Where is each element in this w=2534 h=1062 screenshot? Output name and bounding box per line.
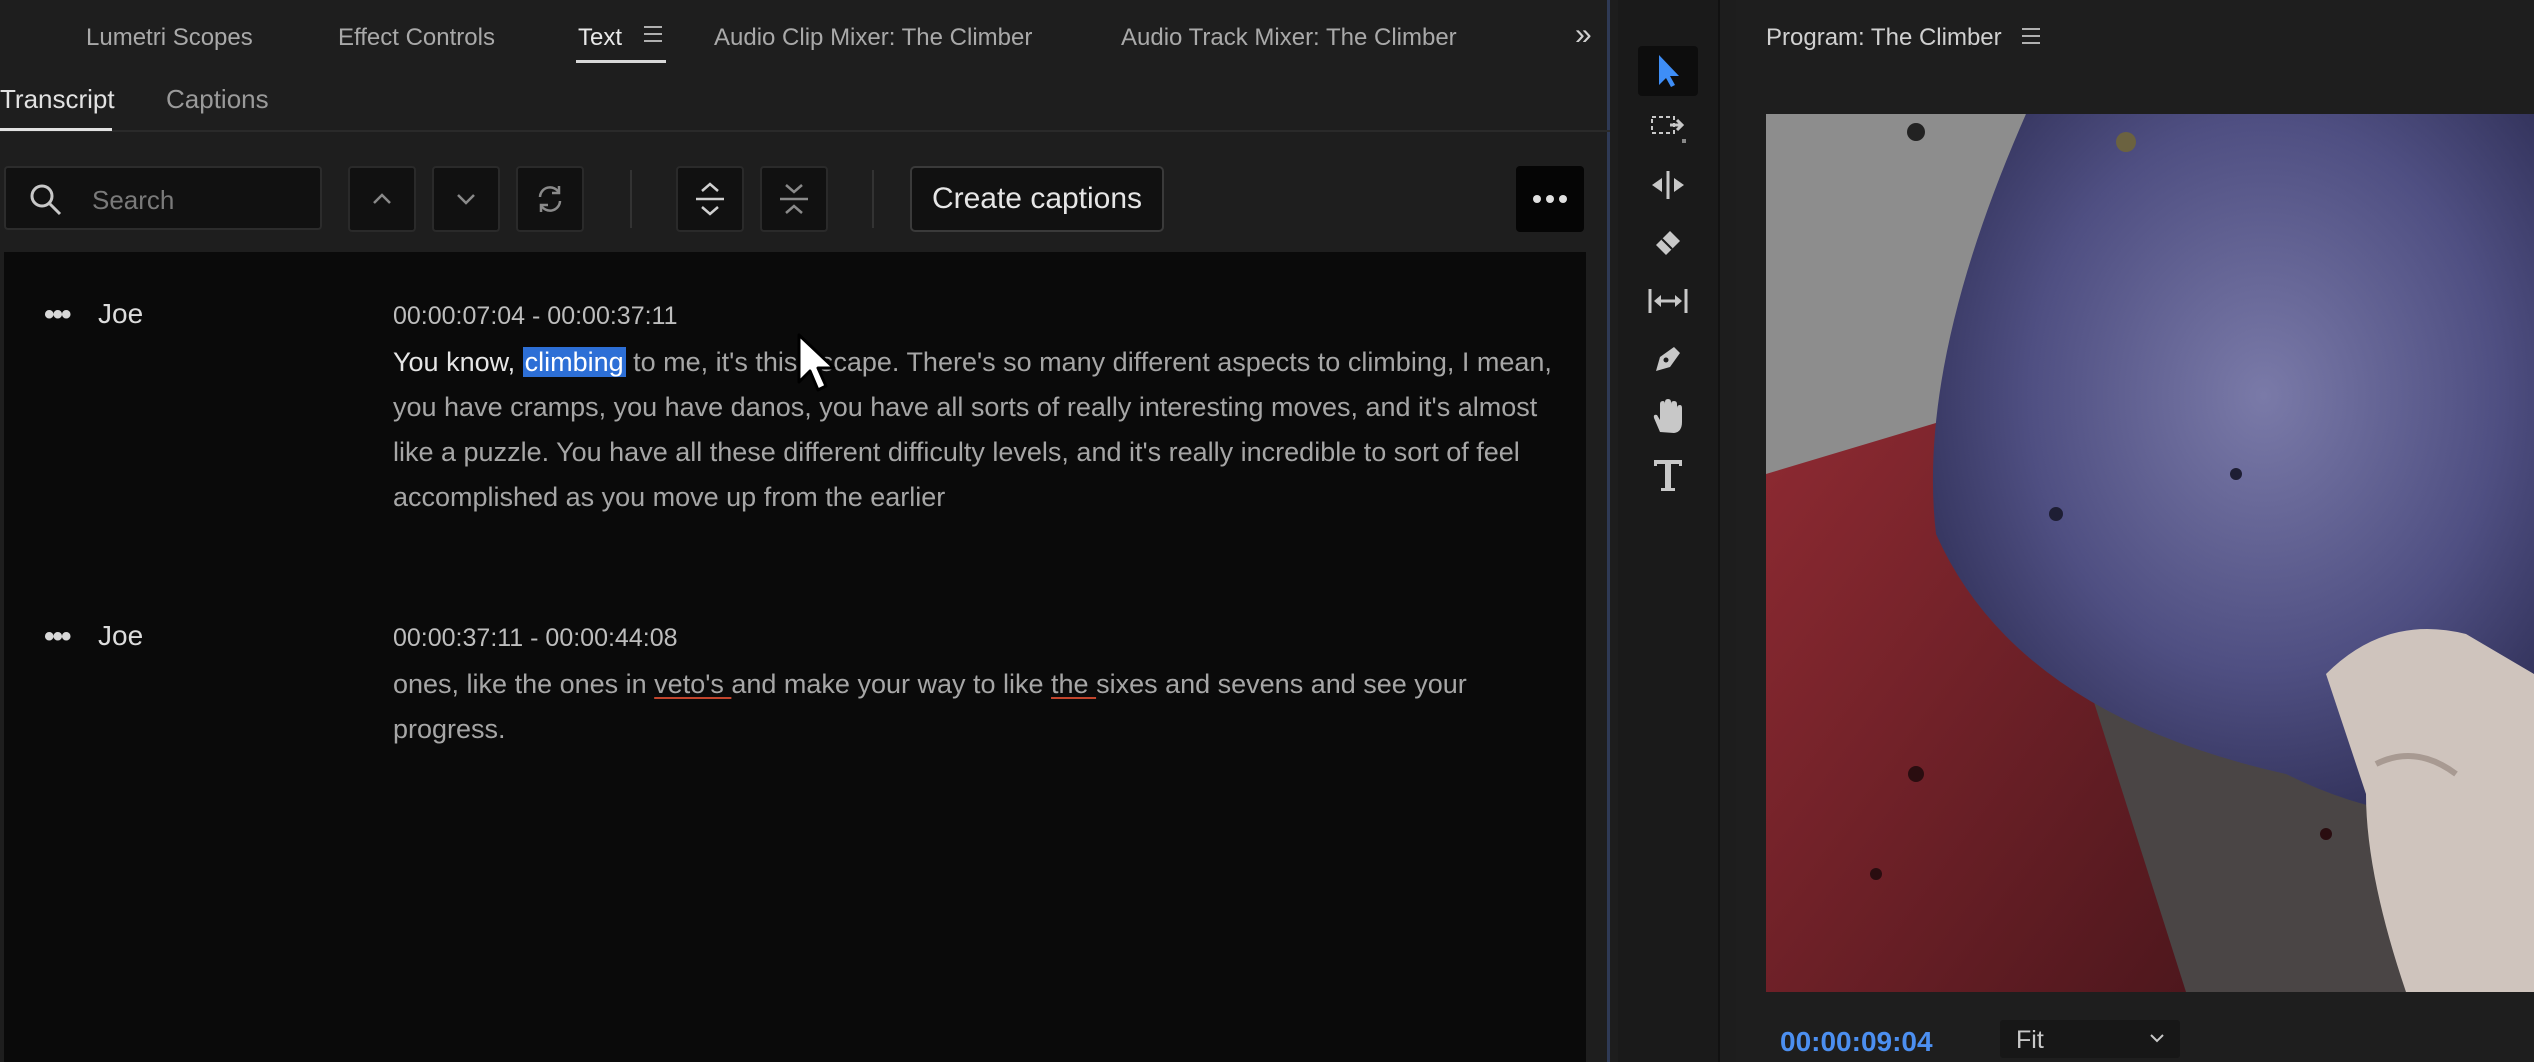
flagged-word[interactable]: veto's	[654, 669, 731, 699]
hand-tool[interactable]	[1638, 392, 1698, 442]
zoom-fit-dropdown[interactable]: Fit	[2000, 1020, 2180, 1058]
chevron-down-icon	[457, 194, 475, 205]
ripple-edit-icon	[1652, 171, 1684, 199]
tabs-overflow-icon[interactable]: »	[1575, 18, 1592, 52]
ripple-edit-tool[interactable]	[1638, 160, 1698, 210]
selected-word[interactable]: climbing	[522, 347, 626, 377]
flagged-word[interactable]: the	[1051, 669, 1096, 699]
pen-tool[interactable]	[1638, 334, 1698, 384]
expand-all-button[interactable]	[676, 166, 744, 232]
chevron-up-icon	[373, 193, 391, 204]
previous-result-button[interactable]	[348, 166, 416, 232]
next-result-button[interactable]	[432, 166, 500, 232]
video-preview[interactable]	[1766, 114, 2534, 992]
active-tab-underline	[576, 60, 666, 63]
expand-icon	[696, 182, 724, 216]
type-tool[interactable]	[1638, 450, 1698, 500]
track-select-tool[interactable]	[1638, 104, 1698, 154]
hand-icon	[1653, 399, 1682, 433]
program-monitor-title[interactable]: Program: The Climber	[1766, 24, 2002, 52]
segment-text[interactable]: ones, like the ones in veto's and make y…	[393, 662, 1573, 752]
slip-icon	[1648, 289, 1688, 313]
selection-tool[interactable]	[1638, 46, 1698, 96]
zoom-fit-value: Fit	[2016, 1026, 2044, 1054]
segment-timecode: 00:00:37:11 - 00:00:44:08	[393, 624, 678, 652]
chevron-down-icon	[2150, 1034, 2164, 1043]
toolbar-divider	[872, 170, 874, 228]
tab-audio-track-mixer[interactable]: Audio Track Mixer: The Climber	[1121, 24, 1457, 52]
tools-panel	[1618, 0, 1720, 1062]
mouse-cursor-icon	[797, 333, 836, 392]
selection-arrow-icon	[1659, 55, 1679, 87]
panel-menu-icon[interactable]	[644, 26, 662, 47]
ellipsis-icon	[1533, 195, 1567, 203]
subtab-underline	[0, 128, 112, 131]
razor-icon	[1656, 231, 1680, 255]
panel-tab-bar: Lumetri Scopes Effect Controls Text Audi…	[0, 0, 1610, 80]
climbing-wall-image	[1766, 114, 2534, 992]
transcript-subtabs: Transcript Captions	[0, 80, 1610, 132]
program-monitor: Program: The Climber 00:00:09:04 Fit	[1736, 0, 2534, 1062]
transcript-toolbar: Create captions	[0, 150, 1610, 250]
program-menu-icon[interactable]	[2022, 28, 2040, 49]
segment-menu-icon[interactable]: •••	[44, 620, 71, 654]
slip-tool[interactable]	[1638, 276, 1698, 326]
subtab-transcript[interactable]: Transcript	[0, 84, 115, 115]
tab-lumetri-scopes[interactable]: Lumetri Scopes	[86, 24, 253, 52]
transcript-list: ••• Joe 00:00:07:04 - 00:00:37:11 You kn…	[4, 252, 1586, 1062]
more-options-button[interactable]	[1516, 166, 1584, 232]
collapse-all-button[interactable]	[760, 166, 828, 232]
speaker-name[interactable]: Joe	[98, 620, 143, 652]
tab-text[interactable]: Text	[576, 24, 666, 63]
create-captions-button[interactable]: Create captions	[910, 166, 1164, 232]
tab-audio-clip-mixer[interactable]: Audio Clip Mixer: The Climber	[714, 24, 1032, 52]
text-part: ones, like the ones in	[393, 669, 655, 699]
collapse-icon	[780, 184, 808, 214]
spoken-text: You know,	[393, 347, 523, 377]
replace-button[interactable]	[516, 166, 584, 232]
tab-effect-controls[interactable]: Effect Controls	[338, 24, 495, 52]
track-select-icon	[1651, 116, 1686, 143]
subtab-captions[interactable]: Captions	[166, 84, 269, 115]
text-part: and make your way to like	[731, 669, 1052, 699]
search-input[interactable]	[90, 184, 314, 217]
playhead-timecode[interactable]: 00:00:09:04	[1780, 1026, 1933, 1058]
segment-menu-icon[interactable]: •••	[44, 298, 71, 332]
razor-tool[interactable]	[1638, 218, 1698, 268]
refresh-icon	[538, 186, 562, 212]
text-panel: Lumetri Scopes Effect Controls Text Audi…	[0, 0, 1610, 1062]
search-icon	[30, 184, 62, 216]
speaker-name[interactable]: Joe	[98, 298, 143, 330]
toolbar-divider	[630, 170, 632, 228]
tab-text-label: Text	[578, 24, 623, 51]
pen-icon	[1656, 347, 1680, 371]
search-box[interactable]	[4, 166, 322, 230]
segment-text[interactable]: You know, climbing to me, it's this esca…	[393, 340, 1573, 520]
type-icon	[1654, 460, 1682, 491]
segment-timecode: 00:00:07:04 - 00:00:37:11	[393, 302, 678, 330]
